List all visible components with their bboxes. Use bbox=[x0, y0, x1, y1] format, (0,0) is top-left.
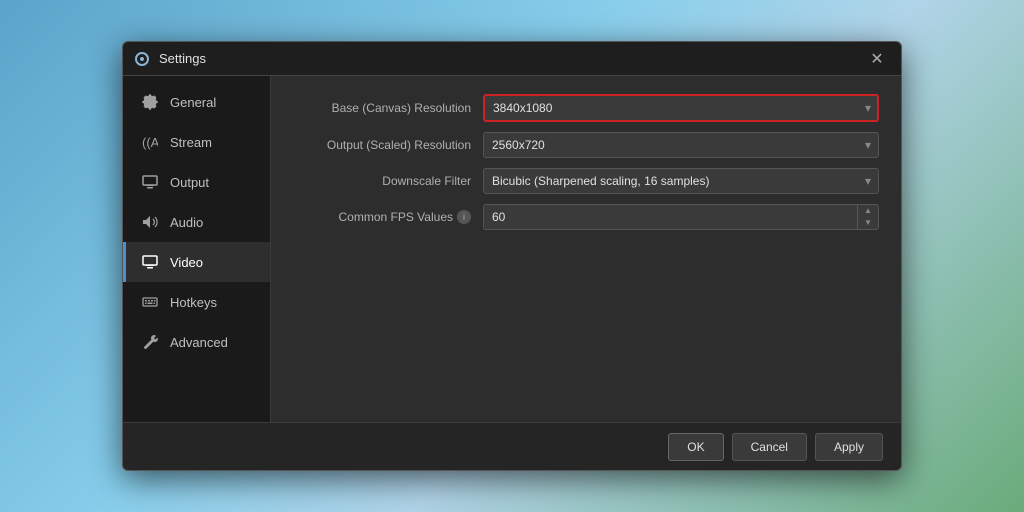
sidebar-item-general[interactable]: General bbox=[123, 82, 270, 122]
wifi-icon: ((A)) bbox=[140, 132, 160, 152]
sidebar-general-label: General bbox=[170, 95, 216, 110]
fps-label: Common FPS Values bbox=[339, 210, 454, 224]
output-resolution-label: Output (Scaled) Resolution bbox=[293, 138, 483, 152]
output-resolution-control: 2560x720 bbox=[483, 132, 879, 158]
fps-row: Common FPS Values i ▲ ▼ bbox=[293, 204, 879, 230]
sidebar-item-audio[interactable]: Audio bbox=[123, 202, 270, 242]
gear-icon bbox=[140, 92, 160, 112]
sidebar-item-video[interactable]: Video bbox=[123, 242, 270, 282]
sidebar-item-advanced[interactable]: Advanced bbox=[123, 322, 270, 362]
base-resolution-row: Base (Canvas) Resolution 3840x1080 bbox=[293, 94, 879, 122]
fps-up-arrow[interactable]: ▲ bbox=[858, 205, 878, 217]
titlebar: Settings ✕ bbox=[123, 42, 901, 76]
sidebar-advanced-label: Advanced bbox=[170, 335, 228, 350]
sidebar-output-label: Output bbox=[170, 175, 209, 190]
output-icon bbox=[140, 172, 160, 192]
base-resolution-label: Base (Canvas) Resolution bbox=[293, 101, 483, 115]
keyboard-icon bbox=[140, 292, 160, 312]
fps-control: ▲ ▼ bbox=[483, 204, 879, 230]
fps-info-icon[interactable]: i bbox=[457, 210, 471, 224]
close-button[interactable]: ✕ bbox=[863, 49, 891, 69]
downscale-filter-label: Downscale Filter bbox=[293, 174, 483, 188]
fps-arrows: ▲ ▼ bbox=[857, 204, 879, 230]
fps-spinner-wrapper: ▲ ▼ bbox=[483, 204, 879, 230]
sidebar-item-hotkeys[interactable]: Hotkeys bbox=[123, 282, 270, 322]
output-resolution-row: Output (Scaled) Resolution 2560x720 bbox=[293, 132, 879, 158]
monitor-icon bbox=[140, 252, 160, 272]
app-icon bbox=[133, 50, 151, 68]
downscale-filter-control: Bicubic (Sharpened scaling, 16 samples) bbox=[483, 168, 879, 194]
sidebar-item-output[interactable]: Output bbox=[123, 162, 270, 202]
sidebar-video-label: Video bbox=[170, 255, 203, 270]
downscale-filter-row: Downscale Filter Bicubic (Sharpened scal… bbox=[293, 168, 879, 194]
sidebar: General ((A)) Stream Ou bbox=[123, 76, 271, 422]
sidebar-stream-label: Stream bbox=[170, 135, 212, 150]
apply-button[interactable]: Apply bbox=[815, 433, 883, 461]
wrench-icon bbox=[140, 332, 160, 352]
downscale-filter-wrapper: Bicubic (Sharpened scaling, 16 samples) bbox=[483, 168, 879, 194]
main-panel: Base (Canvas) Resolution 3840x1080 Outpu… bbox=[271, 76, 901, 422]
base-resolution-select[interactable]: 3840x1080 bbox=[483, 94, 879, 122]
cancel-button[interactable]: Cancel bbox=[732, 433, 807, 461]
fps-down-arrow[interactable]: ▼ bbox=[858, 217, 878, 229]
base-resolution-wrapper: 3840x1080 bbox=[483, 94, 879, 122]
fps-label-wrapper: Common FPS Values i bbox=[293, 210, 483, 224]
output-resolution-wrapper: 2560x720 bbox=[483, 132, 879, 158]
downscale-filter-select[interactable]: Bicubic (Sharpened scaling, 16 samples) bbox=[483, 168, 879, 194]
speaker-icon bbox=[140, 212, 160, 232]
output-resolution-select[interactable]: 2560x720 bbox=[483, 132, 879, 158]
sidebar-hotkeys-label: Hotkeys bbox=[170, 295, 217, 310]
base-resolution-control: 3840x1080 bbox=[483, 94, 879, 122]
sidebar-item-stream[interactable]: ((A)) Stream bbox=[123, 122, 270, 162]
dialog-footer: OK Cancel Apply bbox=[123, 422, 901, 470]
settings-dialog: Settings ✕ General ((A)) bbox=[122, 41, 902, 471]
dialog-content: General ((A)) Stream Ou bbox=[123, 76, 901, 422]
fps-input[interactable] bbox=[483, 204, 857, 230]
svg-text:((A)): ((A)) bbox=[142, 135, 158, 150]
ok-button[interactable]: OK bbox=[668, 433, 723, 461]
sidebar-audio-label: Audio bbox=[170, 215, 203, 230]
dialog-title: Settings bbox=[159, 51, 863, 66]
